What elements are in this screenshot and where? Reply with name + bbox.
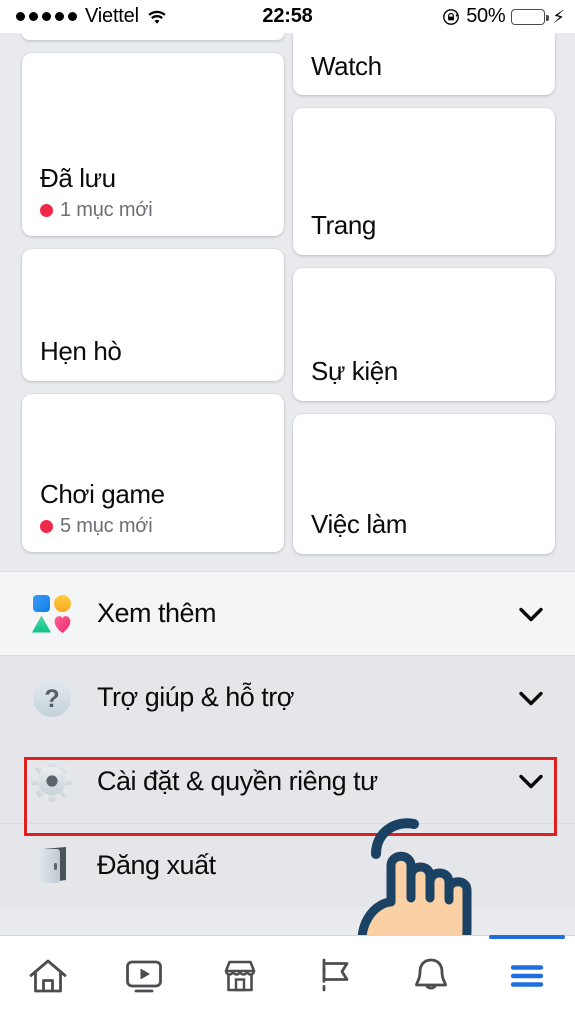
hamburger-menu-icon <box>505 954 549 1003</box>
rotation-lock-icon <box>442 8 460 26</box>
menu-row-label: Đăng xuất <box>97 850 216 880</box>
gear-icon <box>27 756 77 806</box>
phone-screen: Viettel 22:58 50% ⚡ Đã lưu 1 mục mới Hẹn… <box>0 0 575 1020</box>
battery-percentage: 50% <box>466 5 506 27</box>
shortcut-card-choi-game[interactable]: Chơi game 5 mục mới <box>22 394 284 552</box>
menu-row-xem-them[interactable]: Xem thêm <box>0 571 575 655</box>
shortcuts-column-left: Đã lưu 1 mục mới Hẹn hò Chơi game 5 mục … <box>22 33 284 565</box>
shortcut-card-title: Hẹn hò <box>40 336 122 367</box>
bottom-tab-bar <box>0 934 575 1020</box>
door-exit-icon <box>27 841 77 891</box>
new-items-label: 1 mục mới <box>60 199 153 221</box>
shortcut-card-su-kien[interactable]: Sự kiện <box>293 268 555 401</box>
shortcut-card-title: Đã lưu <box>40 163 116 194</box>
shortcut-card-viec-lam[interactable]: Việc làm <box>293 414 555 554</box>
menu-row-tro-giup[interactable]: ? Trợ giúp & hỗ trợ <box>0 655 575 739</box>
shortcut-card[interactable] <box>22 33 284 40</box>
groups-flag-icon <box>313 954 357 1003</box>
watch-video-icon <box>122 954 166 1003</box>
tab-watch[interactable] <box>96 936 192 1020</box>
status-bar-right: 50% ⚡ <box>442 0 565 33</box>
svg-text:?: ? <box>44 685 59 713</box>
menu-row-label: Trợ giúp & hỗ trợ <box>97 682 294 712</box>
shortcut-card-watch[interactable]: Watch <box>293 33 555 95</box>
tab-marketplace[interactable] <box>192 936 288 1020</box>
four-shapes-icon <box>27 589 77 639</box>
tab-notifications[interactable] <box>383 936 479 1020</box>
lightning-bolt-icon: ⚡ <box>552 6 565 27</box>
menu-row-dang-xuat[interactable]: Đăng xuất <box>0 823 575 907</box>
new-items-dot <box>40 520 53 533</box>
shortcut-card-da-luu[interactable]: Đã lưu 1 mục mới <box>22 53 284 236</box>
chevron-down-icon[interactable] <box>514 764 548 798</box>
shortcuts-column-right: Watch Trang Sự kiện Việc làm <box>293 33 555 567</box>
shortcut-card-trang[interactable]: Trang <box>293 108 555 255</box>
battery-icon <box>511 8 549 25</box>
tab-home[interactable] <box>0 936 96 1020</box>
menu-rows: Xem thêm ? Trợ giúp & hỗ trợ Cài đặt & q… <box>0 571 575 907</box>
shortcut-card-title: Chơi game <box>40 479 165 510</box>
home-icon <box>26 954 70 1003</box>
marketplace-icon <box>218 954 262 1003</box>
menu-row-label: Xem thêm <box>97 598 217 628</box>
tab-groups[interactable] <box>287 936 383 1020</box>
shortcut-card-badge: 5 mục mới <box>40 515 266 538</box>
shortcut-card-title: Sự kiện <box>311 356 398 387</box>
new-items-dot <box>40 204 53 217</box>
shortcut-card-title: Việc làm <box>311 509 408 540</box>
question-mark-circle-icon: ? <box>27 673 77 723</box>
active-tab-indicator <box>489 934 565 939</box>
status-bar: Viettel 22:58 50% ⚡ <box>0 0 575 33</box>
menu-scroll-area[interactable]: Đã lưu 1 mục mới Hẹn hò Chơi game 5 mục … <box>0 33 575 935</box>
chevron-down-icon[interactable] <box>514 597 548 631</box>
notifications-bell-icon <box>409 954 453 1003</box>
tab-menu[interactable] <box>479 934 575 1020</box>
menu-row-label: Cài đặt & quyền riêng tư <box>97 765 378 796</box>
shortcut-card-title: Trang <box>311 210 376 241</box>
shortcut-card-hen-ho[interactable]: Hẹn hò <box>22 249 284 381</box>
shortcut-card-badge: 1 mục mới <box>40 199 266 222</box>
new-items-label: 5 mục mới <box>60 515 153 537</box>
shortcut-card-title: Watch <box>311 51 382 82</box>
menu-row-cai-dat-quyen-rieng-tu[interactable]: Cài đặt & quyền riêng tư <box>0 739 575 823</box>
chevron-down-icon[interactable] <box>514 681 548 715</box>
